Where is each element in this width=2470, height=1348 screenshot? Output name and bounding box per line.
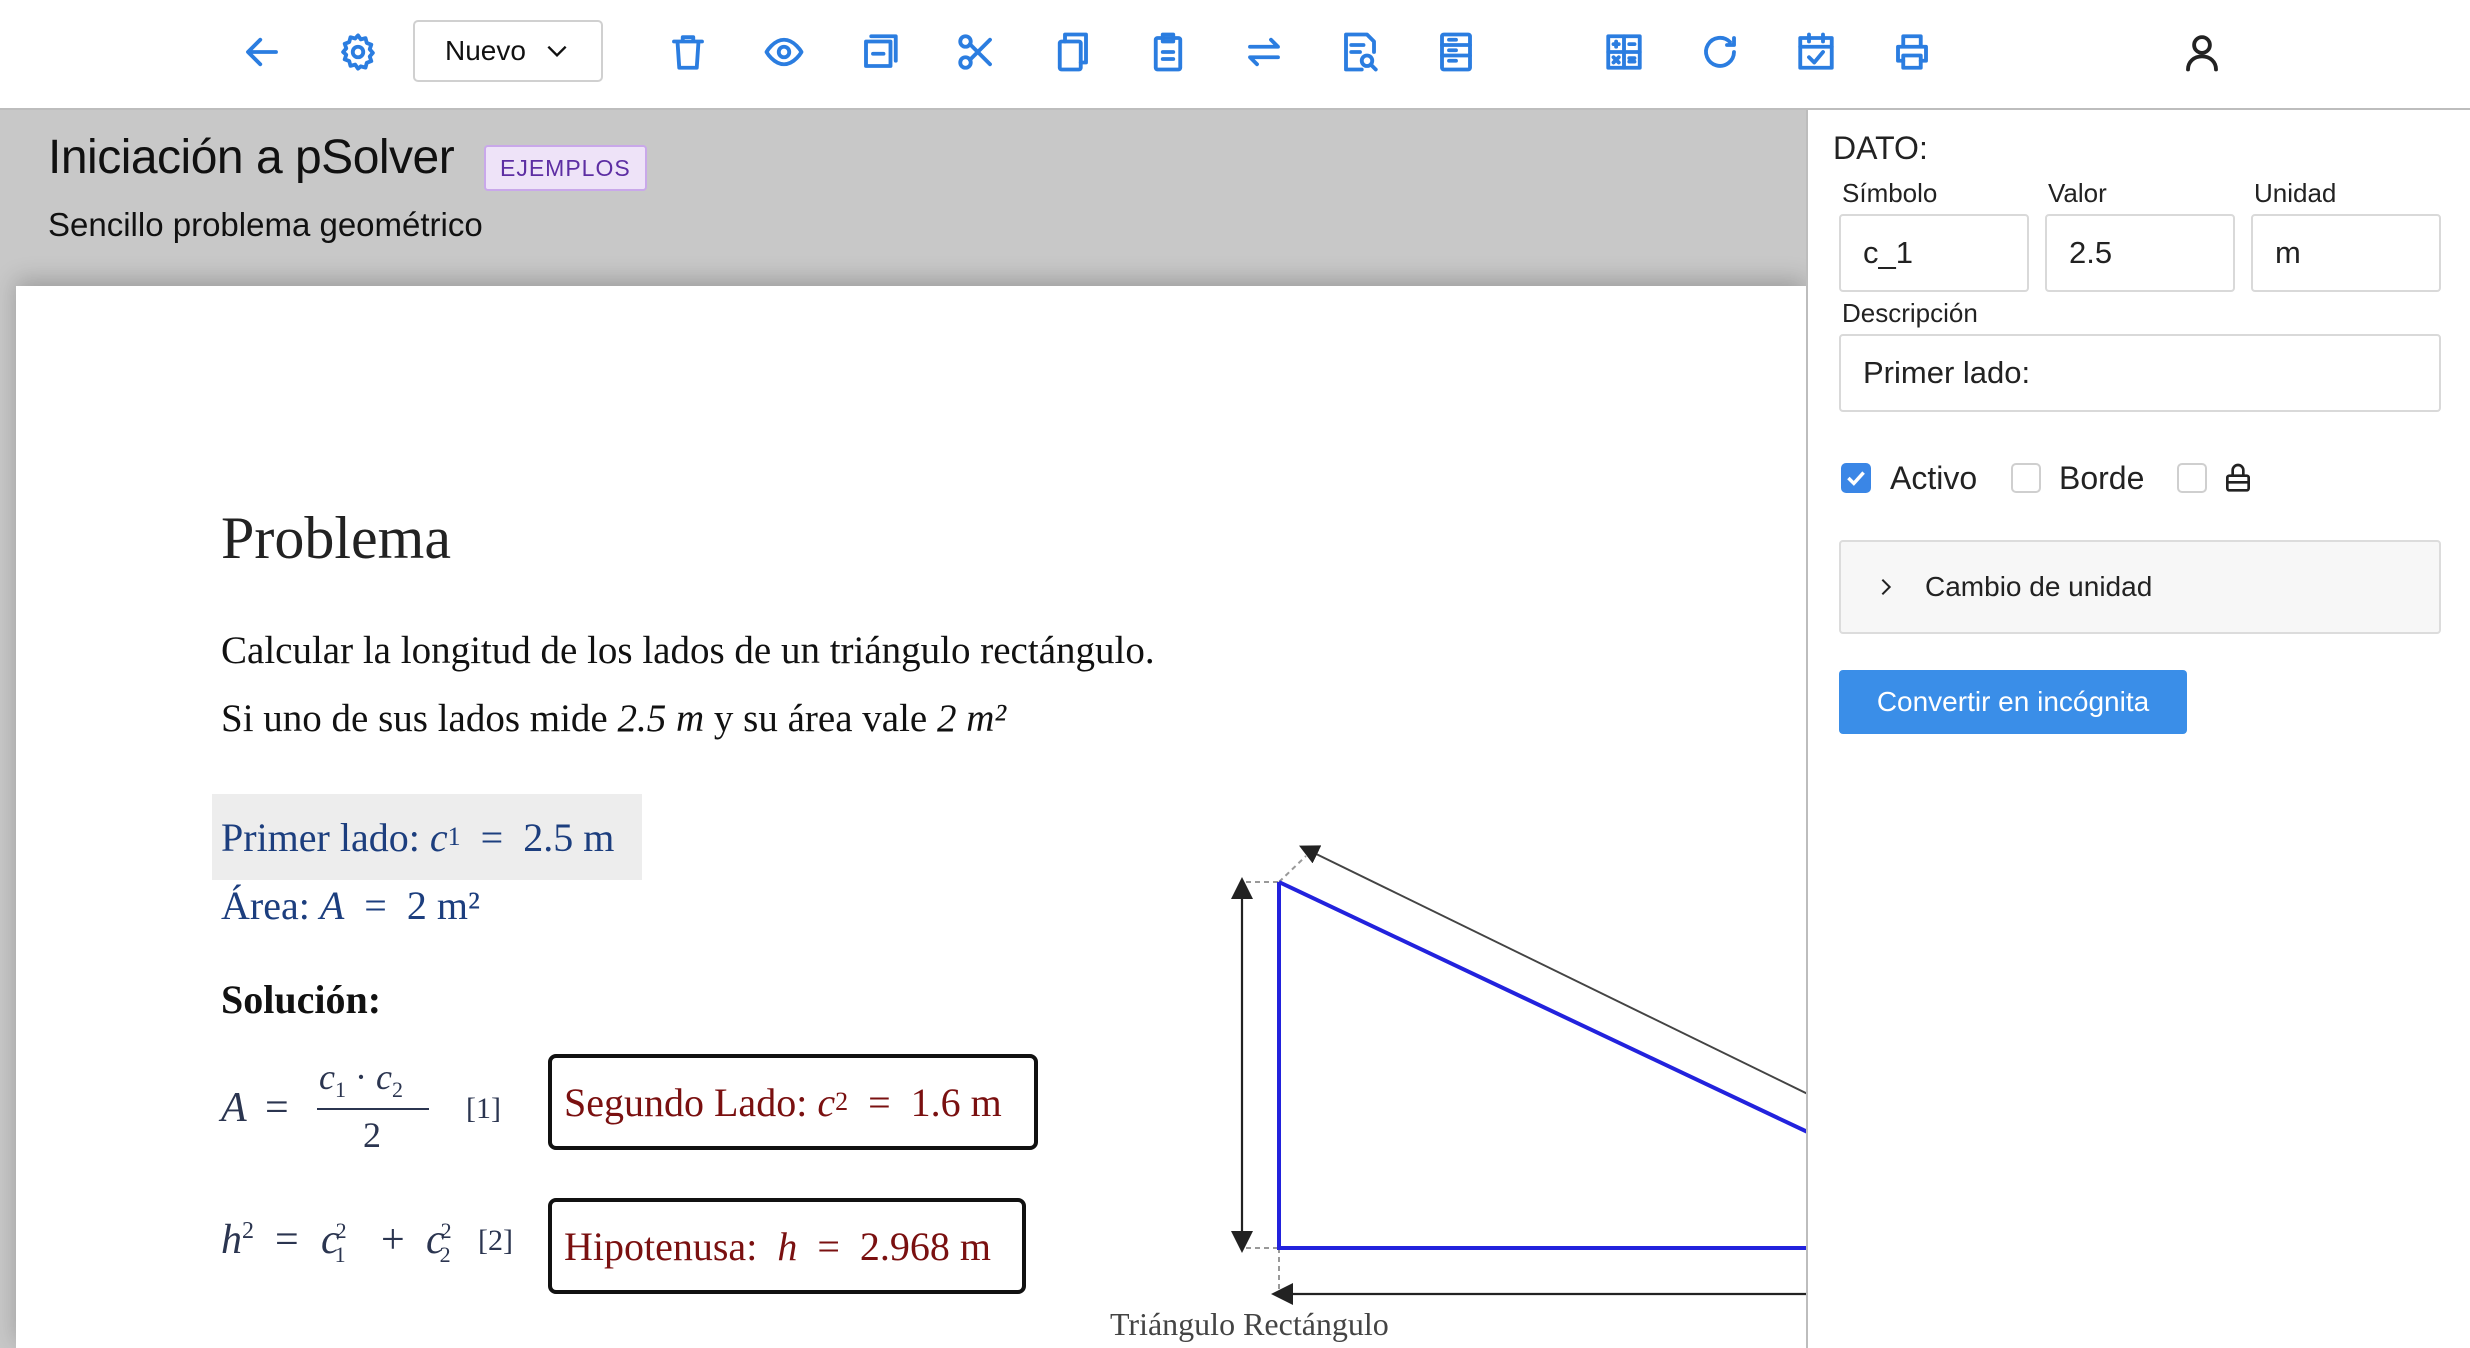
data-label: Área:	[221, 883, 310, 928]
unit-input[interactable]	[2251, 214, 2441, 292]
data-item-first-side[interactable]: Primer lado: c1 = 2.5 m	[212, 794, 642, 880]
symbol-label: Símbolo	[1842, 178, 1938, 208]
equation-area-formula: A = c1 · c2 2 [1]	[221, 1057, 501, 1155]
copy-icon[interactable]	[1042, 22, 1102, 82]
document-area: Iniciación a pSolver EJEMPLOS Sencillo p…	[0, 110, 1806, 1348]
equation-pythagoras: h2 = c21 + c22 [2]	[221, 1217, 513, 1268]
border-checkbox[interactable]	[2011, 463, 2041, 493]
data-item-area[interactable]: Área: A = 2 m²	[221, 882, 480, 929]
figure-caption: Triángulo Rectángulo	[1110, 1306, 1389, 1342]
document-title: Iniciación a pSolver	[48, 131, 455, 184]
data-editor-panel: DATO: Símbolo Valor Unidad Descripción A…	[1806, 110, 2470, 1348]
data-symbol: A	[319, 883, 345, 928]
new-dropdown-label: Nuevo	[445, 35, 526, 66]
convert-to-unknown-button[interactable]: Convertir en incógnita	[1839, 670, 2187, 734]
data-symbol: c	[429, 814, 448, 860]
unit-change-label: Cambio de unidad	[1925, 571, 2153, 602]
result-hypotenuse[interactable]: Hipotenusa: h = 2.968 m	[548, 1198, 1026, 1294]
value-input[interactable]	[2045, 214, 2235, 292]
top-toolbar: Nuevo	[0, 0, 2470, 110]
active-label: Activo	[1890, 460, 1978, 496]
statement-side-value: 2.5 m	[617, 697, 705, 740]
new-dropdown[interactable]: Nuevo	[413, 20, 603, 82]
chevron-right-icon	[1881, 578, 1892, 596]
lock-icon	[2226, 463, 2250, 492]
clipboard-icon[interactable]	[1138, 22, 1198, 82]
unit-label: Unidad	[2254, 178, 2337, 208]
problem-statement-line1: Calcular la longitud de los lados de un …	[221, 629, 1155, 672]
trash-icon[interactable]	[658, 22, 718, 82]
chevron-down-icon	[547, 45, 567, 58]
gear-icon[interactable]	[328, 22, 388, 82]
refresh-icon[interactable]	[1690, 22, 1750, 82]
eye-icon[interactable]	[754, 22, 814, 82]
data-value: 2.5 m	[523, 814, 615, 860]
result-label: Segundo Lado:	[564, 1079, 808, 1125]
description-input[interactable]	[1839, 334, 2441, 412]
printer-icon[interactable]	[1882, 22, 1942, 82]
triangle-hypotenuse	[1278, 880, 1806, 1134]
result-value: 1.6 m	[910, 1079, 1002, 1125]
hypotenuse-dimension-arrow	[1299, 845, 1806, 1095]
document-sheet: Problema Calcular la longitud de los lad…	[16, 286, 1806, 1348]
problem-heading: Problema	[221, 505, 451, 571]
data-value: 2 m²	[406, 883, 480, 928]
dimension-guide	[1278, 855, 1307, 883]
form-icon[interactable]	[1426, 22, 1486, 82]
window-icon[interactable]	[850, 22, 910, 82]
statement-area-value: 2 m²	[936, 697, 1007, 740]
value-label: Valor	[2048, 178, 2107, 208]
right-triangle-figure	[1231, 845, 1806, 1305]
swap-icon[interactable]	[1234, 22, 1294, 82]
document-search-icon[interactable]	[1330, 22, 1390, 82]
result-second-side[interactable]: Segundo Lado: c2 = 1.6 m	[548, 1054, 1038, 1150]
solution-heading: Solución:	[221, 977, 382, 1022]
result-subscript: 2	[835, 1087, 849, 1116]
panel-section-title: DATO:	[1833, 130, 1928, 166]
triangle-legs	[1277, 882, 1806, 1250]
data-subscript: 1	[447, 822, 461, 851]
result-symbol: c	[817, 1079, 836, 1125]
result-value: 2.968 m	[859, 1223, 991, 1269]
border-label: Borde	[2059, 460, 2145, 496]
result-label: Hipotenusa:	[564, 1223, 758, 1269]
problem-statement-line2: Si uno de sus lados mide 2.5 m y su área…	[221, 696, 1006, 741]
scissors-icon[interactable]	[946, 22, 1006, 82]
examples-badge[interactable]: EJEMPLOS	[484, 145, 647, 191]
description-label: Descripción	[1842, 298, 1978, 328]
calendar-check-icon[interactable]	[1786, 22, 1846, 82]
symbol-input[interactable]	[1839, 214, 2029, 292]
calculator-icon[interactable]	[1594, 22, 1654, 82]
document-subtitle: Sencillo problema geométrico	[48, 206, 483, 243]
statement-mid: y su área vale	[704, 697, 937, 740]
data-label: Primer lado:	[221, 814, 420, 860]
check-icon	[1847, 471, 1865, 486]
result-symbol: h	[777, 1223, 798, 1269]
lock-checkbox[interactable]	[2177, 463, 2207, 493]
active-checkbox[interactable]	[1841, 463, 1871, 493]
unit-change-accordion[interactable]: Cambio de unidad	[1839, 540, 2441, 634]
equation-tag: [2]	[478, 1224, 513, 1257]
user-icon[interactable]	[2172, 22, 2232, 82]
back-arrow-icon[interactable]	[232, 22, 292, 82]
statement-prefix: Si uno de sus lados mide	[221, 697, 618, 740]
equation-tag: [1]	[466, 1092, 501, 1125]
